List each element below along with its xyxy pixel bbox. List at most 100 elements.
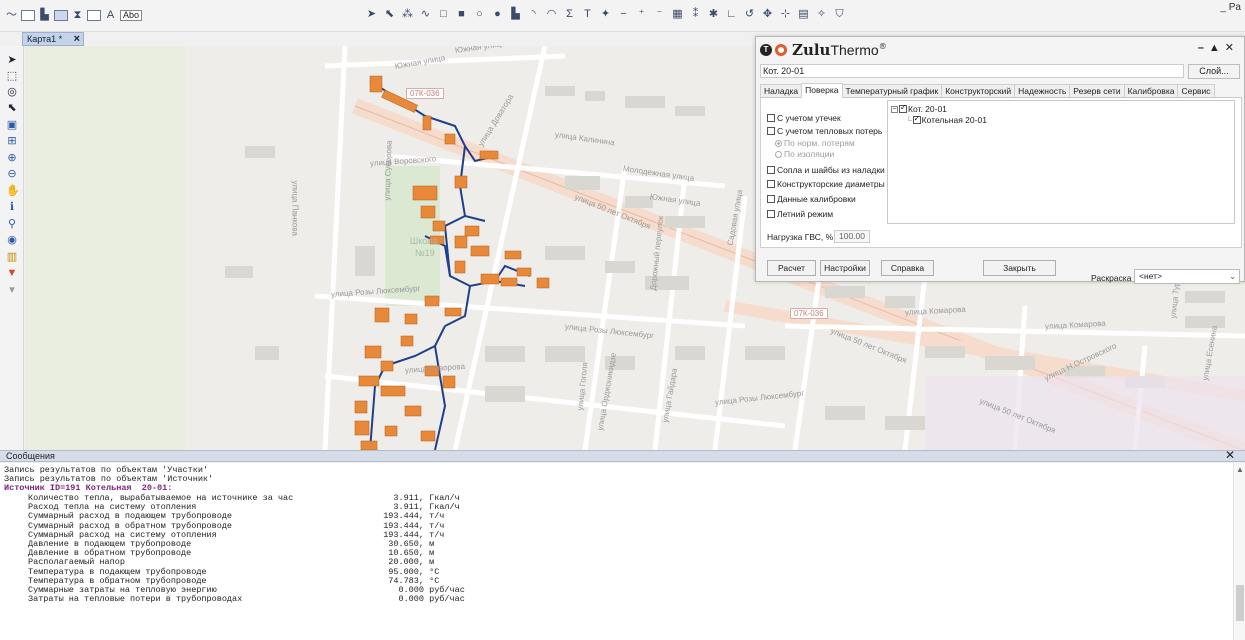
tab-naladka[interactable]: Наладка <box>760 84 803 97</box>
info-icon[interactable]: ℹ <box>6 201 18 213</box>
table-icon[interactable]: ▤ <box>798 9 809 20</box>
add-vertex-icon[interactable]: ⁺ <box>636 9 647 20</box>
messages-log[interactable]: Запись результатов по объектам 'Участки'… <box>0 463 1233 640</box>
scroll-up-icon[interactable]: ▲ <box>1236 465 1244 474</box>
calc-button[interactable]: Расчет <box>767 260 816 276</box>
gvs-input[interactable]: 100.00 <box>834 230 870 243</box>
polyline-icon[interactable]: ∿ <box>420 9 431 20</box>
split-icon[interactable]: ⊹ <box>780 9 791 20</box>
dialog-titlebar[interactable]: T ZuluThermo® –▲✕ <box>756 37 1244 63</box>
zoom-out-icon[interactable]: ⊖ <box>6 168 18 180</box>
select-box-icon[interactable]: ⬚ <box>6 70 18 82</box>
option-diameters[interactable]: Конструкторские диаметры <box>767 179 885 189</box>
tree-root-checkbox[interactable] <box>899 103 907 113</box>
line-style-icon[interactable]: 〜 <box>6 10 17 21</box>
messages-scrollbar[interactable]: ▲ <box>1233 463 1245 640</box>
minus-icon[interactable]: − <box>618 9 629 20</box>
fill-icon[interactable]: ▙ <box>39 10 50 21</box>
arc-icon[interactable]: ◝ <box>528 9 539 20</box>
rectangle-icon[interactable]: □ <box>438 9 449 20</box>
grid-icon[interactable]: ▦ <box>672 9 683 20</box>
shield-icon[interactable]: ⛉ <box>834 9 845 20</box>
tab-map1[interactable]: Карта1 * × <box>22 32 84 46</box>
tab-reserve[interactable]: Резерв сети <box>1069 84 1125 97</box>
tab-temp-graph[interactable]: Температурный график <box>841 84 943 97</box>
network-icon[interactable]: ⁑ <box>690 9 701 20</box>
angle-icon[interactable]: ∟ <box>726 9 737 20</box>
tab-poverka[interactable]: Поверка <box>801 83 843 98</box>
symbol-draw-icon[interactable]: ⁂ <box>402 9 413 20</box>
minimize-icon[interactable]: – <box>1198 42 1209 54</box>
option-insulation[interactable]: По изоляции <box>775 149 834 159</box>
option-nozzles[interactable]: Сопла и шайбы из наладки <box>767 165 885 175</box>
tab-reliability[interactable]: Надежность <box>1014 84 1071 97</box>
option-leaks[interactable]: С учетом утечек <box>767 113 841 123</box>
tab-service[interactable]: Сервис <box>1177 84 1215 97</box>
minimize-icon[interactable]: _ <box>1220 2 1226 13</box>
node-edit-icon[interactable]: ⬉ <box>384 9 395 20</box>
symbol-icon[interactable]: ⧗ <box>72 10 83 21</box>
polygon-icon[interactable]: ▙ <box>510 9 521 20</box>
object-tree[interactable]: − Кот. 20-01 └ Котельная 20-01 <box>887 100 1235 224</box>
text-style-box[interactable]: Abo <box>120 10 143 21</box>
collapse-tree-icon[interactable]: − <box>891 105 898 113</box>
tab-calibration[interactable]: Калибровка <box>1123 84 1179 97</box>
select-arrow-icon[interactable]: ➤ <box>6 54 18 66</box>
insulation-radio[interactable] <box>775 150 782 158</box>
measure-icon[interactable]: ▥ <box>6 251 18 263</box>
paint-select[interactable]: <нет> ⌄ <box>1134 269 1240 284</box>
select-polygon-icon[interactable]: ⬉ <box>6 102 18 114</box>
find-icon[interactable]: ⚲ <box>6 218 18 230</box>
move-icon[interactable]: ✥ <box>762 9 773 20</box>
pan-hand-icon[interactable]: ✋ <box>6 185 20 197</box>
layer-button[interactable]: Слой... <box>1188 64 1240 79</box>
extent-icon[interactable]: ⊞ <box>6 135 18 147</box>
close-button[interactable]: Закрыть <box>983 260 1056 276</box>
wand-icon[interactable]: ✧ <box>816 9 827 20</box>
circle-icon[interactable]: ○ <box>474 9 485 20</box>
close-messages-icon[interactable]: ✕ <box>1225 449 1235 461</box>
sigma-icon[interactable]: Σ <box>564 9 575 20</box>
object-field[interactable]: Кот. 20-01 <box>760 64 1184 78</box>
option-heat-losses[interactable]: С учетом тепловых потерь <box>767 126 882 136</box>
symbol-color-swatch[interactable] <box>87 10 101 21</box>
close-tab-icon[interactable]: × <box>74 33 80 45</box>
option-norm-losses[interactable]: По норм. потерям <box>775 138 855 148</box>
fill-color-swatch[interactable] <box>54 10 68 21</box>
zoom-in-icon[interactable]: ⊕ <box>6 152 18 164</box>
sector-icon[interactable]: ◠ <box>546 9 557 20</box>
heat-losses-checkbox[interactable] <box>767 127 775 135</box>
text-draw-icon[interactable]: T <box>582 9 593 20</box>
norm-losses-radio[interactable] <box>775 139 782 147</box>
scroll-thumb[interactable] <box>1236 585 1244 621</box>
tree-root-row[interactable]: − Кот. 20-01 <box>891 103 947 114</box>
calibration-checkbox[interactable] <box>767 195 775 203</box>
pointer-icon[interactable]: ➤ <box>366 9 377 20</box>
select-circle-icon[interactable]: ◎ <box>6 86 18 98</box>
filter-icon[interactable]: ▼ <box>6 267 18 279</box>
line-color-swatch[interactable] <box>21 10 35 21</box>
settings-button[interactable]: Настройки <box>820 260 870 276</box>
tree-child-checkbox[interactable] <box>912 114 921 124</box>
diameters-checkbox[interactable] <box>767 180 775 188</box>
summer-checkbox[interactable] <box>767 210 775 218</box>
filled-circle-icon[interactable]: ● <box>492 9 503 20</box>
rotate-icon[interactable]: ↺ <box>744 9 755 20</box>
close-icon[interactable]: ✕ <box>1225 42 1239 54</box>
tab-design[interactable]: Конструкторский <box>941 84 1016 97</box>
tree-child-row[interactable]: └ Котельная 20-01 <box>906 114 987 125</box>
text-icon[interactable]: A <box>105 10 116 21</box>
option-calibration[interactable]: Данные калибровки <box>767 194 856 204</box>
add-node-icon[interactable]: ✦ <box>600 9 611 20</box>
star-icon[interactable]: ✱ <box>708 9 719 20</box>
nozzles-checkbox[interactable] <box>767 166 775 174</box>
layer-icon[interactable]: ▣ <box>6 119 18 131</box>
option-summer[interactable]: Летний режим <box>767 209 833 219</box>
remove-vertex-icon[interactable]: ⁻ <box>654 9 665 20</box>
right-panel-label[interactable]: Pa <box>1229 2 1241 13</box>
leaks-checkbox[interactable] <box>767 114 775 122</box>
navigator-icon[interactable]: ◉ <box>6 234 18 246</box>
help-button[interactable]: Справка <box>881 260 934 276</box>
filled-rectangle-icon[interactable]: ■ <box>456 9 467 20</box>
collapse-icon[interactable]: ▲ <box>1209 42 1225 54</box>
